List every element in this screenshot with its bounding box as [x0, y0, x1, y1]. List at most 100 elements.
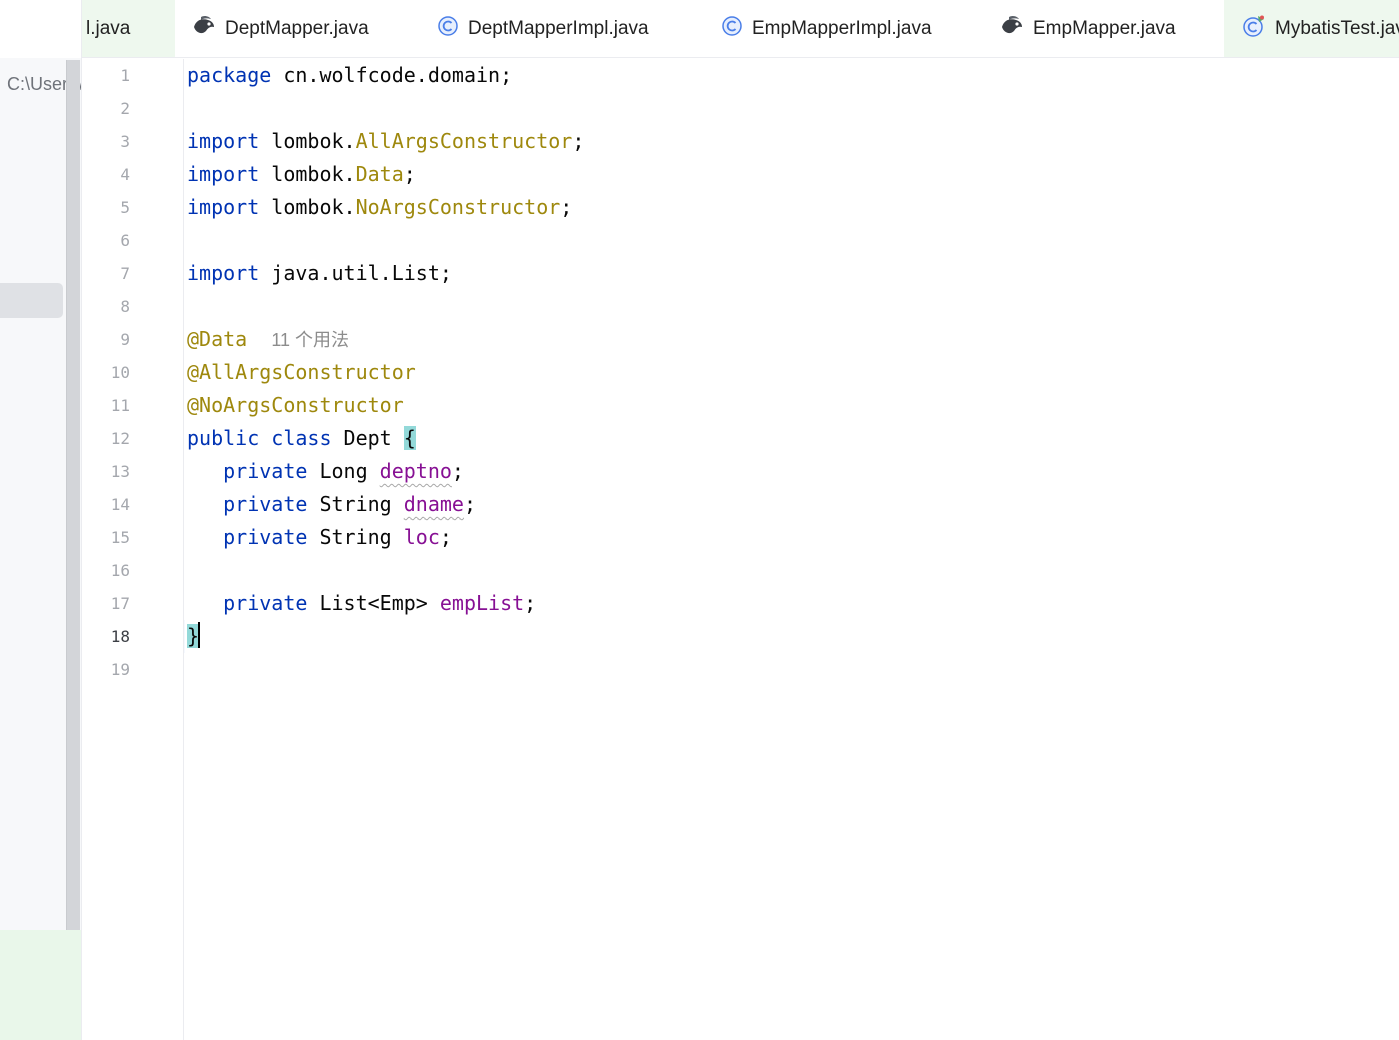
- code-token: ;: [439, 525, 452, 549]
- code-token: AllArgsConstructor: [355, 129, 573, 153]
- mybatis-mapper-icon: [192, 15, 216, 43]
- code-token: ;: [572, 129, 585, 153]
- editor-tab-bar: l.java DeptMapper.java DeptMapperImpl.ja…: [82, 0, 1399, 58]
- line-number[interactable]: 10: [82, 356, 130, 389]
- code-token: cn.wolfcode.domain;: [271, 63, 513, 87]
- code-line[interactable]: private Long deptno;: [187, 455, 464, 488]
- code-token: import: [187, 261, 260, 285]
- tab-label: EmpMapperImpl.java: [752, 18, 932, 39]
- line-number[interactable]: 8: [82, 290, 130, 323]
- tab-label: EmpMapper.java: [1033, 18, 1176, 39]
- code-line[interactable]: private List<Emp> empList;: [187, 587, 536, 620]
- code-token: List<Emp>: [307, 591, 440, 615]
- code-token: ;: [403, 162, 416, 186]
- code-token: package: [187, 63, 272, 87]
- code-token: lombok.: [259, 129, 356, 153]
- code-line[interactable]: package cn.wolfcode.domain;: [187, 59, 512, 92]
- tab-mybatistest-java[interactable]: MybatisTest.java: [1224, 0, 1399, 57]
- code-token: @Data: [187, 327, 248, 351]
- code-token: lombok.: [259, 162, 356, 186]
- code-line[interactable]: import lombok.Data;: [187, 158, 416, 191]
- line-number[interactable]: 13: [82, 455, 130, 488]
- code-token: empList: [439, 591, 525, 615]
- code-token: private: [223, 591, 308, 615]
- line-number[interactable]: 16: [82, 554, 130, 587]
- code-token: lombok.: [259, 195, 356, 219]
- code-line[interactable]: @Data 11 个用法: [187, 323, 349, 356]
- code-token: private: [223, 492, 308, 516]
- code-line[interactable]: }: [187, 620, 201, 653]
- code-token: deptno: [379, 459, 452, 483]
- code-token: 11 个用法: [271, 330, 349, 350]
- line-number[interactable]: 5: [82, 191, 130, 224]
- code-line[interactable]: import java.util.List;: [187, 257, 452, 290]
- code-token: import: [187, 162, 260, 186]
- tab-deptmapper-java[interactable]: DeptMapper.java: [192, 0, 369, 57]
- vcs-changes-strip: [0, 930, 81, 1040]
- line-number[interactable]: 17: [82, 587, 130, 620]
- code-token: import: [187, 195, 260, 219]
- tab-label: DeptMapperImpl.java: [468, 18, 649, 39]
- project-panel-header: [0, 0, 81, 58]
- code-token: NoArgsConstructor: [355, 195, 561, 219]
- code-line[interactable]: private String loc;: [187, 521, 452, 554]
- line-number[interactable]: 11: [82, 389, 130, 422]
- code-editor[interactable]: package cn.wolfcode.domain; import lombok…: [185, 59, 1399, 1040]
- class-icon: [721, 15, 743, 43]
- tab-deptmapperimpl-java[interactable]: DeptMapperImpl.java: [437, 0, 649, 57]
- test-class-icon: [1242, 15, 1266, 43]
- tab-label: MybatisTest.java: [1275, 18, 1399, 39]
- code-line[interactable]: import lombok.NoArgsConstructor;: [187, 191, 572, 224]
- mybatis-mapper-icon: [1000, 15, 1024, 43]
- line-number[interactable]: 6: [82, 224, 130, 257]
- code-line[interactable]: public class Dept {: [187, 422, 416, 455]
- tab-label: l.java: [86, 18, 131, 39]
- line-number[interactable]: 7: [82, 257, 130, 290]
- tab-l-java[interactable]: l.java: [82, 0, 175, 57]
- line-number[interactable]: 9: [82, 323, 130, 356]
- editor-gutter[interactable]: 1 2 3 4 5 6 7 8 9 10 11 12 13 14 15 16 17 18 19: [82, 59, 184, 1040]
- text-caret: [198, 622, 201, 648]
- tab-empmapper-java[interactable]: EmpMapper.java: [1000, 0, 1176, 57]
- code-token: Dept: [331, 426, 404, 450]
- code-line[interactable]: @NoArgsConstructor: [187, 389, 404, 422]
- code-line[interactable]: import lombok.AllArgsConstructor;: [187, 125, 584, 158]
- code-token: class: [271, 426, 332, 450]
- line-number[interactable]: 19: [82, 653, 130, 686]
- code-token: @NoArgsConstructor: [187, 393, 404, 417]
- code-token: Long: [307, 459, 380, 483]
- line-number[interactable]: 12: [82, 422, 130, 455]
- code-token: @AllArgsConstructor: [187, 360, 416, 384]
- code-line[interactable]: @AllArgsConstructor: [187, 356, 416, 389]
- code-line[interactable]: private String dname;: [187, 488, 476, 521]
- code-token: java.util.List;: [259, 261, 452, 285]
- line-number[interactable]: 18: [82, 620, 130, 653]
- line-number[interactable]: 15: [82, 521, 130, 554]
- code-token: String: [307, 492, 404, 516]
- line-number[interactable]: 14: [82, 488, 130, 521]
- code-token: {: [403, 426, 416, 450]
- line-number[interactable]: 3: [82, 125, 130, 158]
- code-token: private: [223, 525, 308, 549]
- line-number[interactable]: 4: [82, 158, 130, 191]
- code-token: public: [187, 426, 260, 450]
- line-number[interactable]: 1: [82, 59, 130, 92]
- code-token: Data: [355, 162, 404, 186]
- code-token: private: [223, 459, 308, 483]
- code-token: ;: [463, 492, 477, 516]
- tab-empmapperimpl-java[interactable]: EmpMapperImpl.java: [721, 0, 932, 57]
- code-token: import: [187, 129, 260, 153]
- tab-label: DeptMapper.java: [225, 18, 369, 39]
- project-tree-selected-row[interactable]: [0, 283, 63, 318]
- project-panel: C:\Users\: [0, 0, 82, 1040]
- code-token: String: [307, 525, 404, 549]
- line-number[interactable]: 2: [82, 92, 130, 125]
- project-panel-scrollbar[interactable]: [66, 60, 80, 947]
- code-token: dname: [403, 492, 464, 516]
